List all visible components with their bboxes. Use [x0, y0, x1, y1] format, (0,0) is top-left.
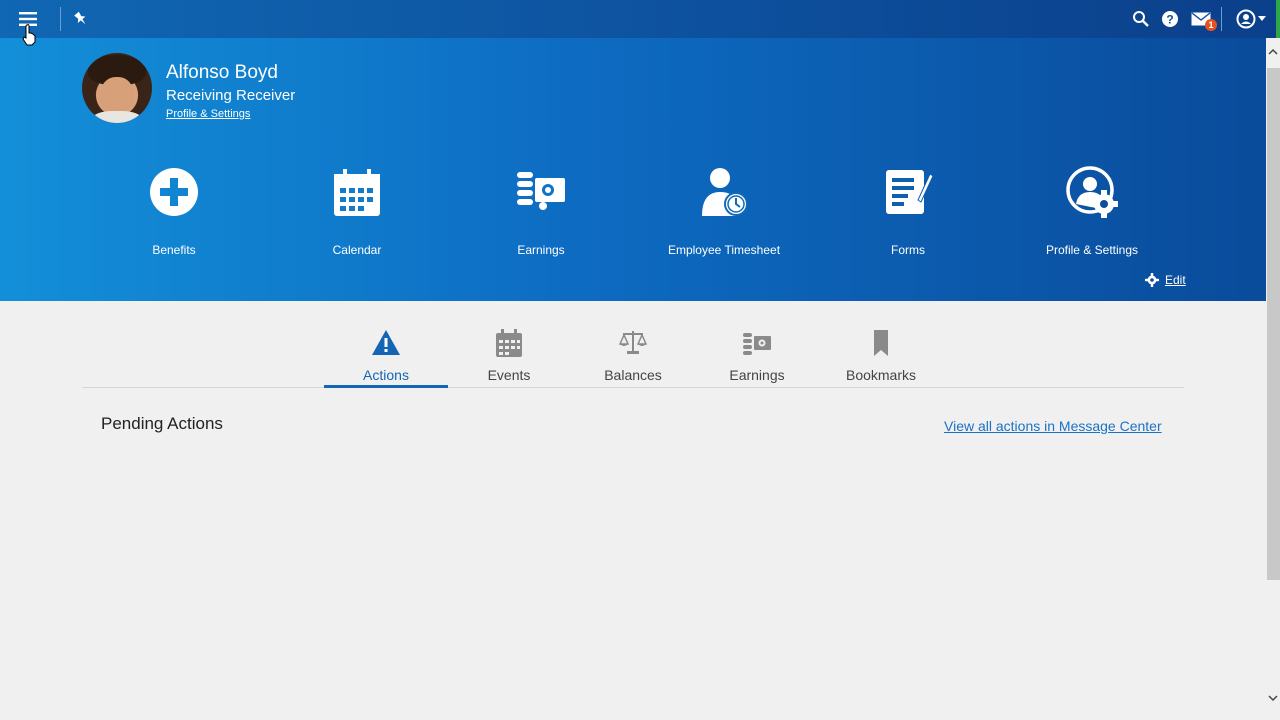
forms-icon: [886, 170, 934, 214]
gear-icon: [1145, 273, 1159, 287]
tab-actions[interactable]: Actions: [324, 328, 448, 383]
scrollbar-thumb[interactable]: [1267, 68, 1280, 580]
tile-label: Earnings: [517, 243, 565, 257]
user-circle-icon: [1236, 9, 1256, 29]
scale-icon: [618, 331, 648, 354]
edit-label: Edit: [1165, 273, 1186, 287]
pin-icon[interactable]: [69, 7, 93, 31]
user-menu-button[interactable]: [1233, 7, 1269, 31]
top-bar: ? 1: [0, 0, 1280, 38]
mail-badge: 1: [1205, 19, 1217, 31]
mail-icon[interactable]: 1: [1189, 7, 1217, 31]
view-all-actions-link[interactable]: View all actions in Message Center: [944, 418, 1162, 434]
profile-settings-link[interactable]: Profile & Settings: [166, 108, 250, 120]
help-icon[interactable]: ?: [1158, 7, 1182, 31]
earnings-icon: [743, 333, 771, 355]
user-name: Alfonso Boyd: [166, 62, 278, 83]
hand-cursor-icon: [22, 24, 36, 46]
active-tab-indicator: [324, 385, 448, 388]
tile-label: Benefits: [152, 243, 196, 257]
tile-label: Forms: [891, 243, 925, 257]
tile-forms[interactable]: Forms: [838, 166, 978, 257]
tile-label: Employee Timesheet: [667, 243, 781, 257]
tab-label: Events: [487, 367, 531, 383]
earnings-icon: [517, 172, 565, 210]
tab-label: Earnings: [729, 367, 785, 383]
scroll-up-icon[interactable]: [1267, 48, 1279, 62]
tile-benefits[interactable]: Benefits: [104, 166, 244, 257]
tile-calendar[interactable]: Calendar: [287, 166, 427, 257]
calendar-icon: [334, 169, 380, 216]
tile-earnings[interactable]: Earnings: [471, 166, 611, 257]
search-icon[interactable]: [1129, 7, 1153, 31]
tab-earnings[interactable]: Earnings: [695, 328, 819, 383]
profile-hero: Alfonso Boyd Receiving Receiver Profile …: [0, 38, 1266, 301]
toolbar-divider: [60, 7, 61, 31]
user-role: Receiving Receiver: [166, 87, 296, 104]
calendar-icon: [496, 329, 522, 357]
tabs-divider: [82, 387, 1184, 388]
tile-profile-settings[interactable]: Profile & Settings: [1022, 166, 1162, 257]
tile-label: Calendar: [332, 243, 382, 257]
toolbar-divider: [1221, 7, 1222, 31]
tile-employee-timesheet[interactable]: Employee Timesheet: [654, 166, 794, 257]
tab-balances[interactable]: Balances: [571, 328, 695, 383]
tile-label: Profile & Settings: [1045, 243, 1139, 257]
tab-label: Bookmarks: [845, 367, 917, 383]
edit-tiles-link[interactable]: Edit: [1145, 273, 1186, 287]
timesheet-icon: [702, 168, 748, 216]
bookmark-icon: [874, 330, 888, 356]
section-title: Pending Actions: [101, 414, 223, 433]
tab-events[interactable]: Events: [447, 328, 571, 383]
scroll-down-icon[interactable]: [1267, 694, 1279, 708]
plus-circle-icon: [150, 168, 198, 216]
tab-label: Actions: [363, 367, 409, 383]
chevron-down-icon: [1258, 16, 1266, 21]
profile-settings-icon: [1066, 166, 1118, 218]
avatar: [82, 53, 152, 123]
svg-text:?: ?: [1166, 13, 1173, 27]
warning-icon: [372, 330, 400, 355]
tab-bookmarks[interactable]: Bookmarks: [819, 328, 943, 383]
status-edge: [1276, 0, 1280, 38]
tab-label: Balances: [604, 367, 662, 383]
